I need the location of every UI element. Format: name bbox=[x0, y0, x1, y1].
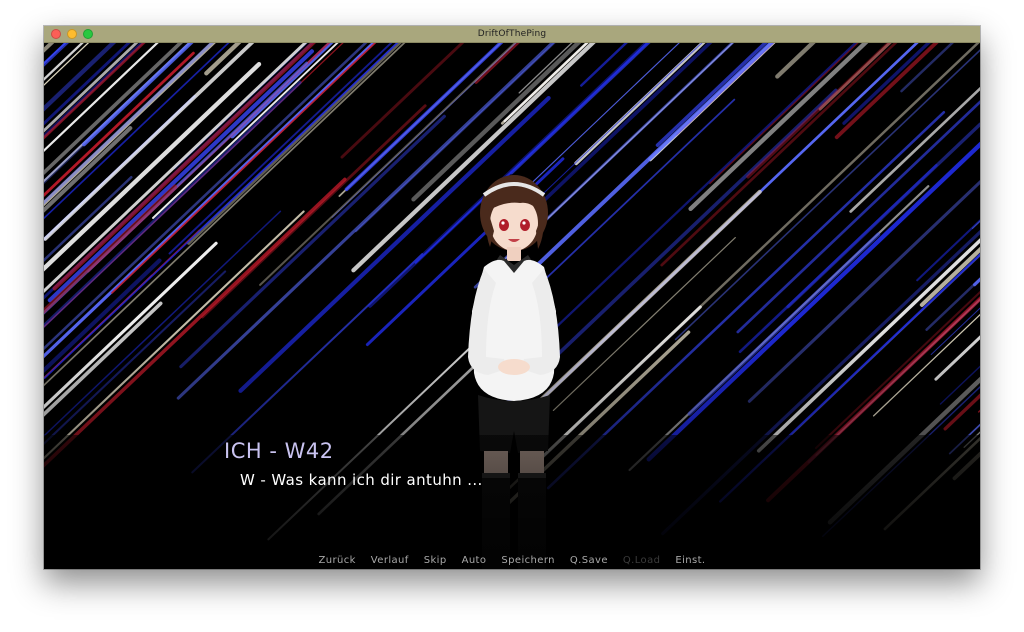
quick-menu: Zurück Verlauf Skip Auto Speichern Q.Sav… bbox=[44, 555, 980, 566]
quick-menu-auto[interactable]: Auto bbox=[462, 555, 487, 566]
quick-menu-quick-load: Q.Load bbox=[622, 555, 661, 566]
title-bar[interactable]: DriftOfThePing bbox=[44, 26, 980, 43]
character-hands bbox=[498, 359, 530, 375]
speaker-name: ICH - W42 bbox=[224, 439, 334, 463]
window-title: DriftOfThePing bbox=[477, 29, 547, 39]
quick-menu-back[interactable]: Zurück bbox=[318, 555, 355, 566]
window-controls bbox=[51, 29, 93, 39]
game-canvas[interactable]: ICH - W42 W - Was kann ich dir antuhn ..… bbox=[44, 43, 980, 569]
quick-menu-save[interactable]: Speichern bbox=[501, 555, 555, 566]
character-eye-left bbox=[499, 219, 509, 231]
quick-menu-quick-save[interactable]: Q.Save bbox=[570, 555, 608, 566]
zoom-button[interactable] bbox=[83, 29, 93, 39]
quick-menu-skip[interactable]: Skip bbox=[424, 555, 447, 566]
close-button[interactable] bbox=[51, 29, 61, 39]
quick-menu-settings[interactable]: Einst. bbox=[675, 555, 705, 566]
minimize-button[interactable] bbox=[67, 29, 77, 39]
quick-menu-history[interactable]: Verlauf bbox=[371, 555, 409, 566]
character-eye-right bbox=[520, 219, 530, 231]
game-window: DriftOfThePing ICH - W42 W - Was kann ic… bbox=[44, 26, 980, 569]
dialogue-text: W - Was kann ich dir antuhn ... bbox=[240, 471, 483, 489]
dialogue-box[interactable] bbox=[44, 435, 980, 569]
